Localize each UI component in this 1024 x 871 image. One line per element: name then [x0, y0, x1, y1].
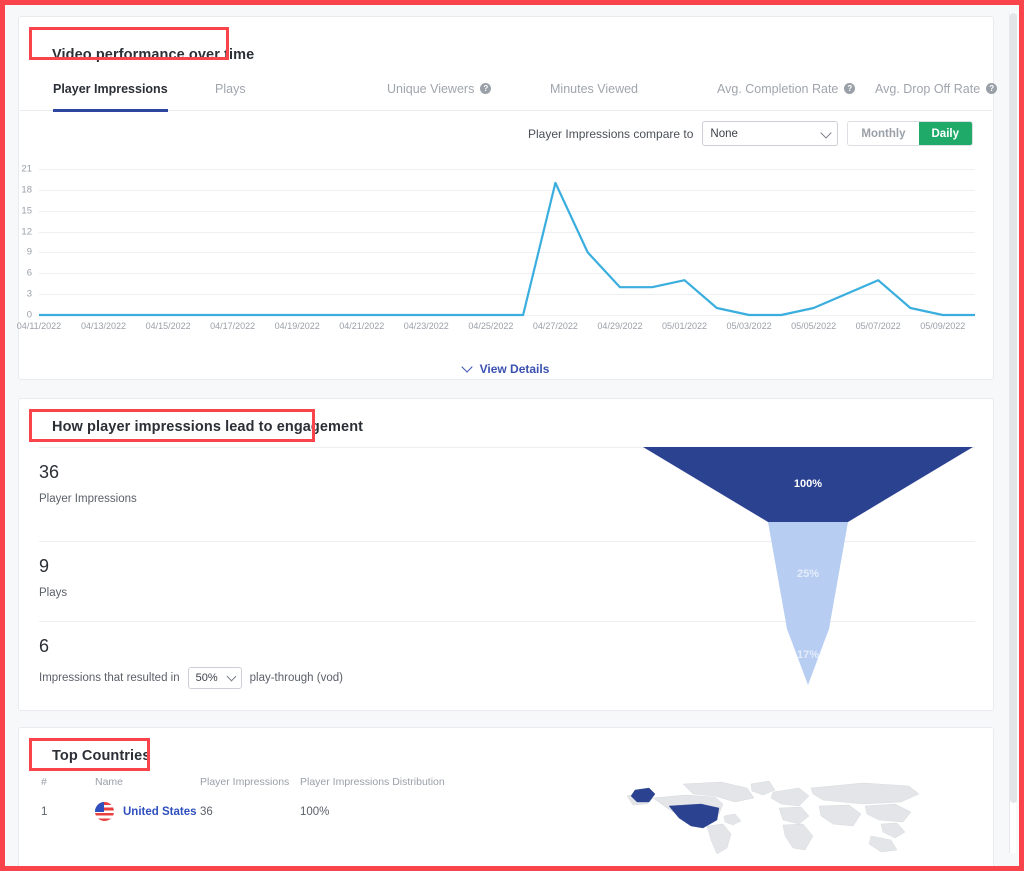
line-chart: 0 3 6 9 12 15 18 21 04/11/2022 04/13/2022 04/15/20… — [17, 164, 975, 351]
tab-label: Unique Viewers — [387, 81, 475, 96]
chevron-down-icon — [820, 126, 833, 139]
distribution-pct: 100% — [300, 805, 330, 818]
x-axis-tick-label: 04/25/2022 — [468, 321, 514, 331]
table-header: # Name Player Impressions Player Impress… — [41, 776, 601, 802]
country-name: United States — [123, 805, 197, 818]
tab-avg-completion-rate[interactable]: Avg. Completion Rate? — [717, 67, 856, 111]
y-axis-tick-label: 15 — [21, 205, 32, 217]
x-axis-tick-label: 05/07/2022 — [855, 321, 901, 331]
tab-label: Player Impressions — [53, 81, 168, 96]
help-icon[interactable]: ? — [844, 83, 856, 94]
help-icon[interactable]: ? — [480, 83, 492, 94]
engagement-funnel-card: How player impressions lead to engagemen… — [18, 398, 994, 711]
x-axis-tick-label: 04/29/2022 — [597, 321, 643, 331]
view-details-link[interactable]: View Details — [19, 361, 993, 376]
distribution-track — [349, 807, 507, 817]
play-through-select[interactable]: 50% — [187, 667, 242, 689]
tab-label: Minutes Viewed — [550, 81, 639, 96]
funnel-label-17: 17% — [797, 649, 819, 661]
table-row[interactable]: 1 United States 36 100% — [41, 802, 601, 821]
tab-minutes-viewed[interactable]: Minutes Viewed — [550, 67, 638, 111]
x-axis-tick-label: 04/23/2022 — [403, 321, 449, 331]
funnel-label-100: 100% — [794, 478, 822, 490]
x-axis-tick-label: 04/27/2022 — [532, 321, 578, 331]
row-index: 1 — [41, 805, 48, 818]
x-axis-tick-label: 05/05/2022 — [791, 321, 837, 331]
country-link[interactable]: United States — [95, 802, 200, 821]
granularity-toggle: Monthly Daily — [847, 121, 973, 146]
row-impressions: 36 — [200, 805, 213, 818]
tab-avg-drop-off-rate[interactable]: Avg. Drop Off Rate? — [875, 67, 998, 111]
countries-title: Top Countries — [52, 748, 151, 764]
tab-label: Avg. Completion Rate — [717, 81, 839, 96]
y-axis-tick-label: 6 — [26, 267, 32, 279]
analytics-page: Video performance over time Player Impre… — [0, 0, 1024, 871]
x-axis-tick-label: 04/11/2022 — [16, 321, 62, 331]
granularity-monthly-button[interactable]: Monthly — [848, 122, 919, 145]
top-countries-card: Top Countries # Name Player Impressions … — [18, 727, 994, 866]
compare-label: Player Impressions compare to — [528, 126, 694, 141]
x-axis-tick-label: 04/19/2022 — [274, 321, 320, 331]
x-axis-tick-label: 04/13/2022 — [81, 321, 127, 331]
metric-play-through: 6 Impressions that resulted in 50% play-… — [39, 636, 659, 689]
tab-unique-viewers[interactable]: Unique Viewers? — [387, 67, 492, 111]
compare-select-value: None — [710, 127, 738, 140]
chart-series — [39, 181, 975, 317]
metric-tabs: Player Impressions Plays Unique Viewers? Mi… — [20, 67, 998, 112]
y-axis-tick-label: 21 — [21, 163, 32, 175]
tab-label: Avg. Drop Off Rate — [875, 81, 981, 96]
x-axis-tick-label: 04/21/2022 — [339, 321, 385, 331]
x-axis-tick-label: 05/03/2022 — [726, 321, 772, 331]
metric-label: Player Impressions — [39, 493, 137, 505]
y-axis-tick-label: 18 — [21, 184, 32, 196]
column-header-distribution: Player Impressions Distribution — [300, 776, 445, 788]
y-axis-tick-label: 0 — [26, 309, 32, 321]
column-header-name: Name — [95, 776, 124, 788]
compare-select[interactable]: None — [702, 121, 839, 146]
column-header-index: # — [41, 776, 47, 788]
column-header-impressions: Player Impressions — [200, 776, 290, 788]
y-axis-tick-label: 3 — [26, 288, 32, 300]
video-performance-card: Video performance over time Player Impre… — [17, 16, 998, 380]
chevron-down-icon — [226, 671, 237, 682]
x-axis-tick-label: 04/15/2022 — [145, 321, 191, 331]
metric-value: 6 — [39, 636, 50, 656]
tab-plays[interactable]: Plays — [215, 67, 246, 111]
scrollbar-thumb[interactable] — [1010, 13, 1017, 803]
funnel-title: How player impressions lead to engagemen… — [52, 419, 364, 435]
countries-table: # Name Player Impressions Player Impress… — [41, 776, 601, 821]
metric-label-suffix: play-through (vod) — [249, 672, 343, 684]
page-title: Video performance over time — [52, 47, 255, 63]
y-axis-tick-label: 12 — [21, 226, 32, 238]
help-icon[interactable]: ? — [986, 83, 998, 94]
metric-value: 9 — [39, 556, 50, 576]
x-axis-tick-label: 05/09/2022 — [920, 321, 966, 331]
funnel-chart: 100% 25% 17% — [643, 447, 973, 685]
y-axis-tick-label: 9 — [26, 246, 32, 258]
view-details-label: View Details — [479, 362, 550, 376]
chevron-down-icon — [460, 361, 473, 373]
x-axis-tick-label: 04/17/2022 — [210, 321, 256, 331]
metric-label-prefix: Impressions that resulted in — [39, 672, 180, 684]
funnel-label-25: 25% — [797, 568, 819, 580]
us-flag-icon — [95, 802, 114, 821]
world-map — [626, 780, 920, 855]
metric-plays: 9 Plays — [39, 556, 659, 599]
tab-label: Plays — [215, 81, 246, 96]
granularity-daily-button[interactable]: Daily — [918, 122, 972, 145]
metric-value: 36 — [39, 462, 60, 482]
metric-player-impressions: 36 Player Impressions — [39, 462, 659, 505]
chart-controls: Player Impressions compare to None Month… — [528, 121, 973, 146]
series-player-impressions — [39, 181, 975, 317]
play-through-select-value: 50% — [195, 672, 218, 684]
x-axis-tick-label: 05/01/2022 — [661, 321, 708, 331]
scrollbar-track[interactable] — [1009, 13, 1017, 853]
tab-player-impressions[interactable]: Player Impressions — [53, 67, 168, 112]
metric-label: Plays — [39, 587, 68, 599]
distribution-bar: 100% — [300, 806, 601, 818]
